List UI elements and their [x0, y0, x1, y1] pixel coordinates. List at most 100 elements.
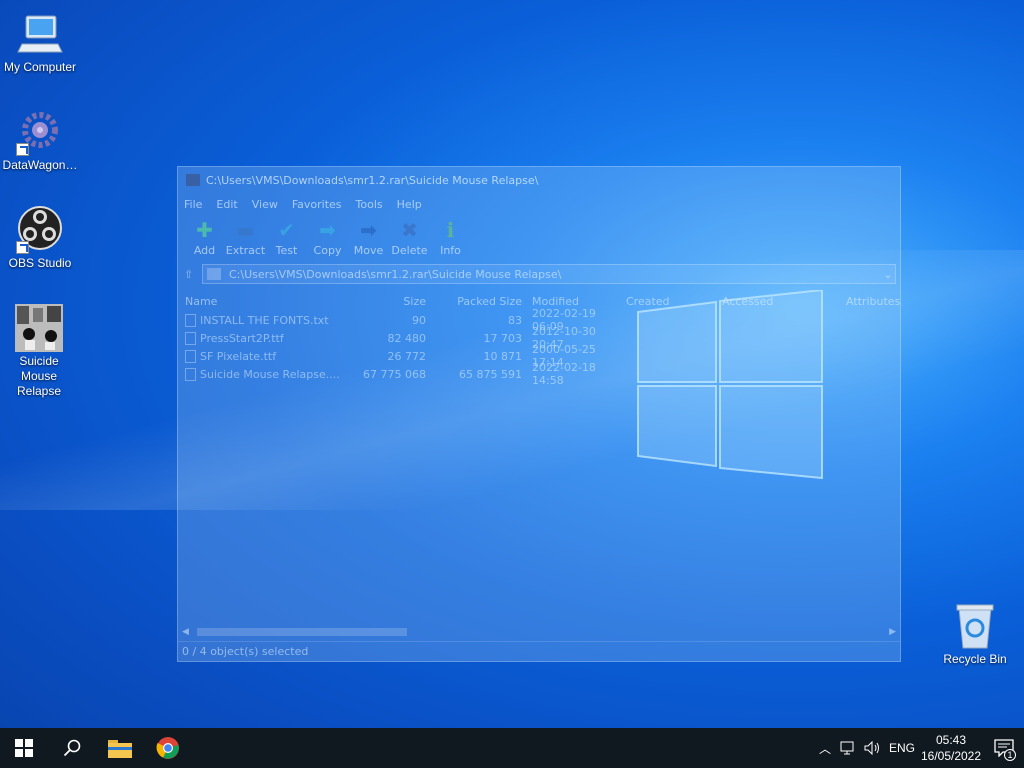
file-row[interactable]: Suicide Mouse Relapse.... 67 775 068 65 … [180, 361, 898, 387]
selection-status: 0 / 4 object(s) selected [182, 645, 309, 658]
extract-button[interactable]: ▬ Extract [225, 215, 266, 263]
add-button[interactable]: ✚ Add [184, 215, 225, 263]
info-icon: ℹ [446, 218, 455, 242]
test-label: Test [275, 244, 298, 257]
menu-tools[interactable]: Tools [356, 198, 383, 211]
desktop-icon-suicide-mouse-relapse[interactable]: Suicide Mouse Relapse [0, 304, 78, 399]
file-name: SF Pixelate.ttf [200, 349, 277, 363]
desktop-icon-label: Suicide Mouse Relapse [16, 354, 62, 398]
file-packed-size: 83 [508, 313, 522, 327]
move-label: Move [353, 244, 384, 257]
column-attributes[interactable]: Attributes [846, 295, 900, 308]
shortcut-arrow-icon [16, 241, 29, 254]
shortcut-arrow-icon [16, 143, 29, 156]
network-icon[interactable] [836, 728, 860, 768]
desktop-icon-label: DataWagon… [2, 158, 78, 172]
menu-bar: File Edit View Favorites Tools Help [178, 193, 900, 215]
window-title: C:\Users\VMS\Downloads\smr1.2.rar\Suicid… [206, 173, 539, 187]
archive-window[interactable]: C:\Users\VMS\Downloads\smr1.2.rar\Suicid… [177, 166, 901, 662]
desktop-icon-label: My Computer [3, 60, 77, 74]
checkmark-icon: ✔ [278, 218, 295, 242]
system-tray: ︿ ENG 05:43 16/05/2022 1 [814, 728, 1024, 768]
toolbar: ✚ Add ▬ Extract ✔ Test ➡ Copy ➡ Move ✖ D… [178, 215, 900, 263]
folder-icon [108, 740, 132, 758]
text-file-icon [185, 313, 196, 327]
address-bar: ⇧ C:\Users\VMS\Downloads\smr1.2.rar\Suic… [178, 263, 900, 285]
font-file-icon [185, 349, 196, 363]
clock-date: 16/05/2022 [920, 749, 982, 763]
column-packed-size[interactable]: Packed Size [426, 295, 522, 308]
chrome-button[interactable] [144, 728, 192, 768]
delete-label: Delete [391, 244, 428, 257]
search-icon [63, 739, 81, 757]
file-packed-size: 17 703 [483, 331, 523, 345]
action-center-button[interactable]: 1 [984, 728, 1024, 768]
file-explorer-button[interactable] [96, 728, 144, 768]
volume-icon[interactable] [860, 728, 886, 768]
column-accessed[interactable]: Accessed [722, 295, 846, 308]
scroll-right-icon[interactable]: ▶ [889, 627, 896, 637]
up-folder-icon[interactable]: ⇧ [184, 268, 202, 281]
minus-icon: ▬ [236, 218, 255, 242]
desktop-icon-obs-studio[interactable]: OBS Studio [0, 206, 80, 271]
column-name[interactable]: Name [180, 295, 350, 308]
horizontal-scrollbar[interactable]: ◀ ▶ [182, 625, 896, 639]
copy-button[interactable]: ➡ Copy [307, 215, 348, 263]
column-size[interactable]: Size [350, 295, 426, 308]
desktop-icon-my-computer[interactable]: My Computer [0, 10, 80, 75]
file-size: 67 775 068 [363, 367, 426, 381]
start-button[interactable] [0, 728, 48, 768]
double-arrow-right-icon: ➡ [319, 218, 336, 242]
font-file-icon [185, 331, 196, 345]
7zip-app-icon [186, 174, 200, 186]
scroll-left-icon[interactable]: ◀ [182, 627, 189, 637]
info-button[interactable]: ℹ Info [430, 215, 471, 263]
clock-time: 05:43 [935, 733, 967, 747]
file-name: PressStart2P.ttf [200, 331, 284, 345]
search-button[interactable] [48, 728, 96, 768]
chrome-icon [156, 737, 179, 759]
menu-file[interactable]: File [184, 198, 202, 211]
datawagon-gear-icon [16, 108, 64, 156]
file-modified: 2022-02-18 14:58 [532, 361, 596, 387]
path-combobox[interactable]: C:\Users\VMS\Downloads\smr1.2.rar\Suicid… [202, 264, 896, 284]
file-size: 26 772 [387, 349, 427, 363]
windows-start-icon [15, 739, 33, 757]
test-button[interactable]: ✔ Test [266, 215, 307, 263]
path-text: C:\Users\VMS\Downloads\smr1.2.rar\Suicid… [229, 267, 562, 281]
obs-studio-icon [16, 206, 64, 254]
window-titlebar[interactable]: C:\Users\VMS\Downloads\smr1.2.rar\Suicid… [178, 167, 900, 193]
copy-label: Copy [313, 244, 342, 257]
scroll-thumb[interactable] [196, 628, 407, 636]
info-label: Info [440, 244, 461, 257]
add-label: Add [193, 244, 216, 257]
computer-icon [16, 10, 64, 58]
notification-count-badge: 1 [1004, 749, 1016, 761]
menu-view[interactable]: View [252, 198, 278, 211]
chevron-up-icon[interactable]: ︿ [814, 728, 836, 768]
game-thumbnail-icon [15, 304, 63, 352]
menu-favorites[interactable]: Favorites [292, 198, 342, 211]
desktop-icon-label: Recycle Bin [943, 652, 1007, 666]
column-modified[interactable]: Modified [522, 295, 626, 308]
chevron-down-icon[interactable]: ⌄ [881, 268, 895, 281]
folder-icon [207, 268, 221, 280]
column-created[interactable]: Created [626, 295, 722, 308]
file-size: 82 480 [387, 331, 427, 345]
desktop-icon-datawagon[interactable]: DataWagon… [0, 108, 80, 173]
menu-edit[interactable]: Edit [216, 198, 237, 211]
move-button[interactable]: ➡ Move [348, 215, 389, 263]
file-name: Suicide Mouse Relapse.... [200, 367, 340, 381]
menu-help[interactable]: Help [397, 198, 422, 211]
clock[interactable]: 05:43 16/05/2022 [918, 728, 984, 768]
file-size: 90 [412, 313, 426, 327]
desktop-icon-recycle-bin[interactable]: Recycle Bin [935, 602, 1015, 667]
arrow-right-icon: ➡ [360, 218, 377, 242]
file-packed-size: 10 871 [483, 349, 523, 363]
desktop-icon-label: OBS Studio [8, 256, 72, 270]
delete-button[interactable]: ✖ Delete [389, 215, 430, 263]
x-icon: ✖ [401, 218, 418, 242]
language-indicator[interactable]: ENG [886, 728, 918, 768]
recycle-bin-icon [951, 602, 999, 650]
file-list[interactable]: Name Size Packed Size Modified Created A… [180, 291, 900, 627]
